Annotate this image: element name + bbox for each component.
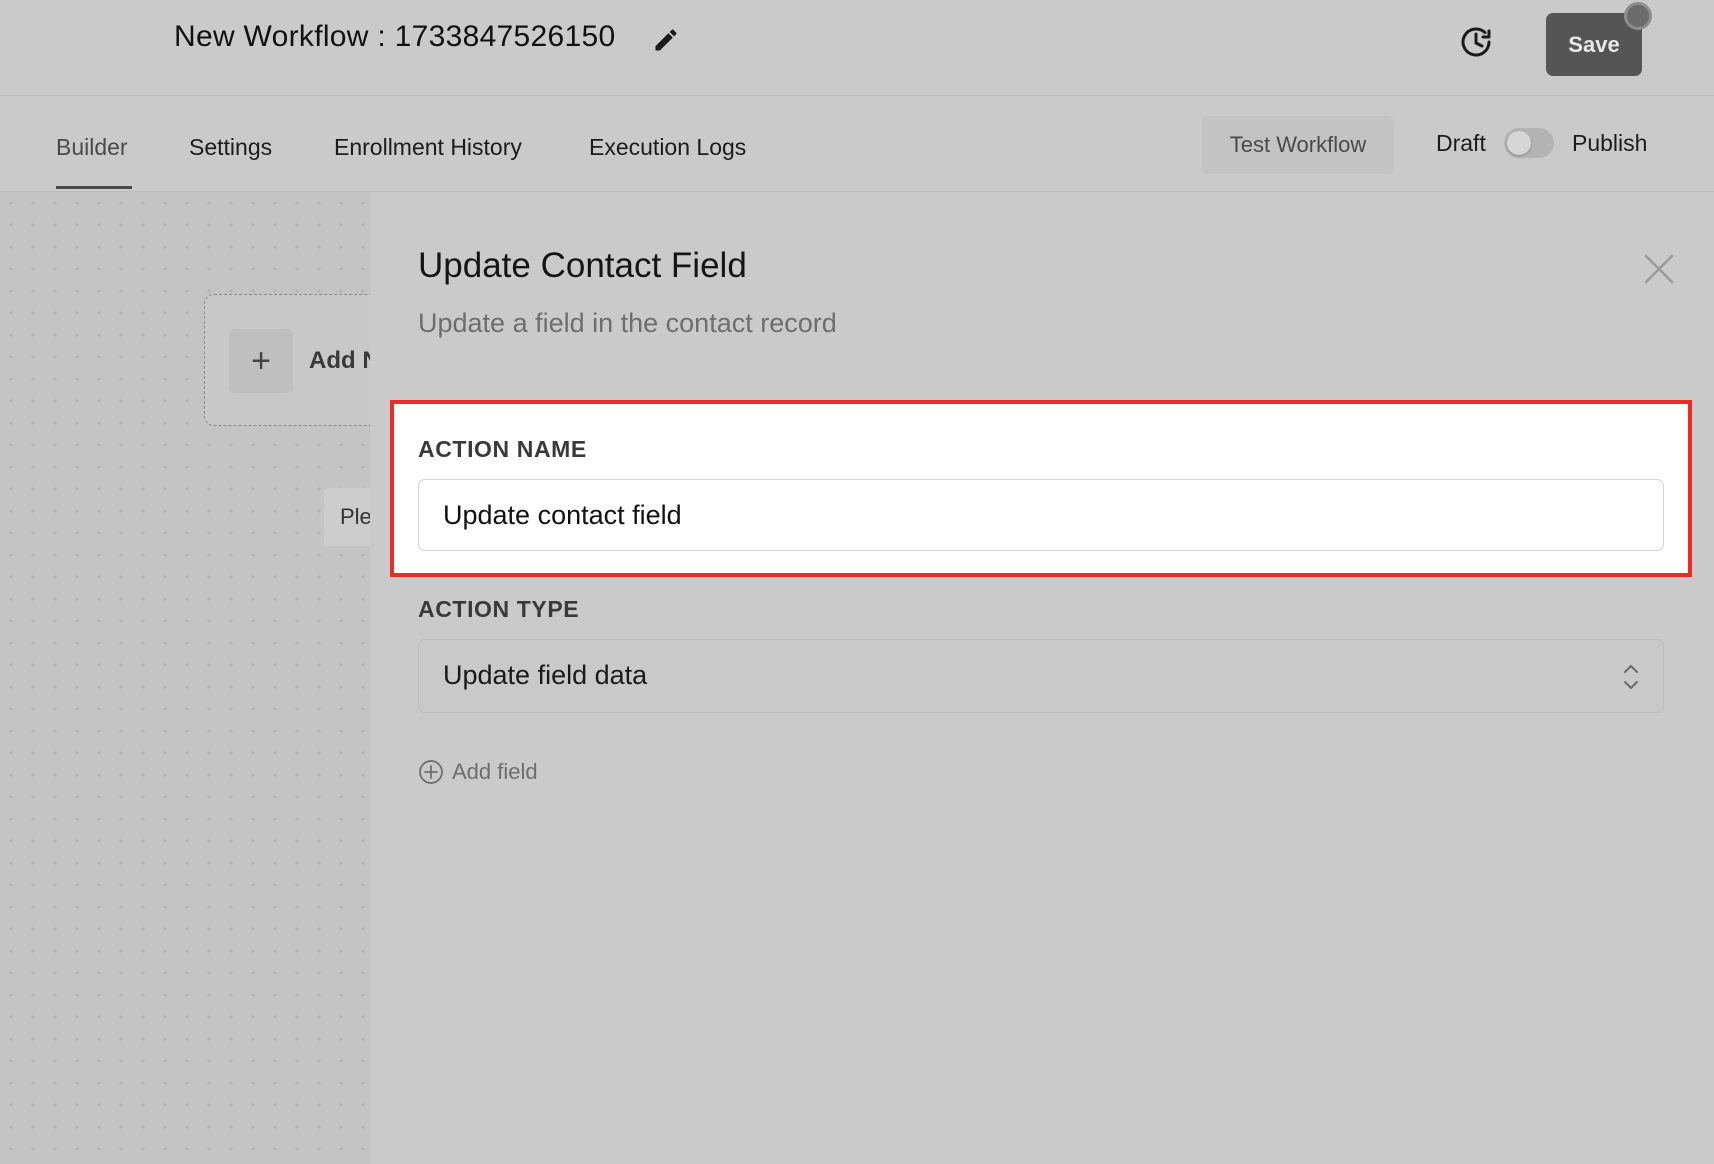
draft-label: Draft	[1436, 130, 1486, 156]
close-icon[interactable]	[1642, 252, 1676, 286]
workflow-canvas[interactable]: + Add N Ple	[0, 192, 404, 1164]
canvas-hint-label: Ple	[340, 504, 372, 529]
action-panel: Update Contact Field Update a field in t…	[370, 192, 1714, 1164]
action-type-value: Update field data	[443, 660, 648, 690]
chevron-up-down-icon	[1624, 665, 1638, 689]
add-node-card[interactable]: + Add N	[204, 294, 394, 426]
action-type-select[interactable]: Update field data	[418, 639, 1664, 713]
action-name-label: ACTION NAME	[418, 436, 587, 462]
tab-execution-logs[interactable]: Execution Logs	[589, 134, 746, 161]
panel-title: Update Contact Field	[418, 246, 747, 285]
plus-icon: +	[229, 329, 293, 393]
panel-subtitle: Update a field in the contact record	[418, 308, 837, 338]
top-bar: New Workflow : 1733847526150 Save	[0, 0, 1714, 96]
tab-enrollment-history[interactable]: Enrollment History	[334, 134, 522, 161]
plus-circle-icon	[419, 760, 443, 784]
action-name-input[interactable]	[418, 479, 1664, 551]
tab-builder[interactable]: Builder	[56, 134, 128, 161]
history-icon[interactable]	[1456, 22, 1496, 62]
status-dot	[1624, 2, 1652, 30]
publish-toggle[interactable]	[1504, 128, 1554, 158]
test-workflow-button[interactable]: Test Workflow	[1202, 116, 1394, 174]
add-field-label: Add field	[452, 759, 538, 784]
pencil-icon[interactable]	[652, 26, 680, 54]
publish-label: Publish	[1572, 130, 1648, 156]
workflow-title: New Workflow : 1733847526150	[174, 20, 616, 53]
add-field-button[interactable]: Add field	[418, 756, 538, 788]
toggle-knob	[1507, 131, 1531, 155]
active-tab-indicator	[56, 186, 132, 189]
tab-settings[interactable]: Settings	[189, 134, 272, 161]
action-type-label: ACTION TYPE	[418, 596, 580, 622]
tab-bar: Builder Settings Enrollment History Exec…	[0, 96, 1714, 192]
